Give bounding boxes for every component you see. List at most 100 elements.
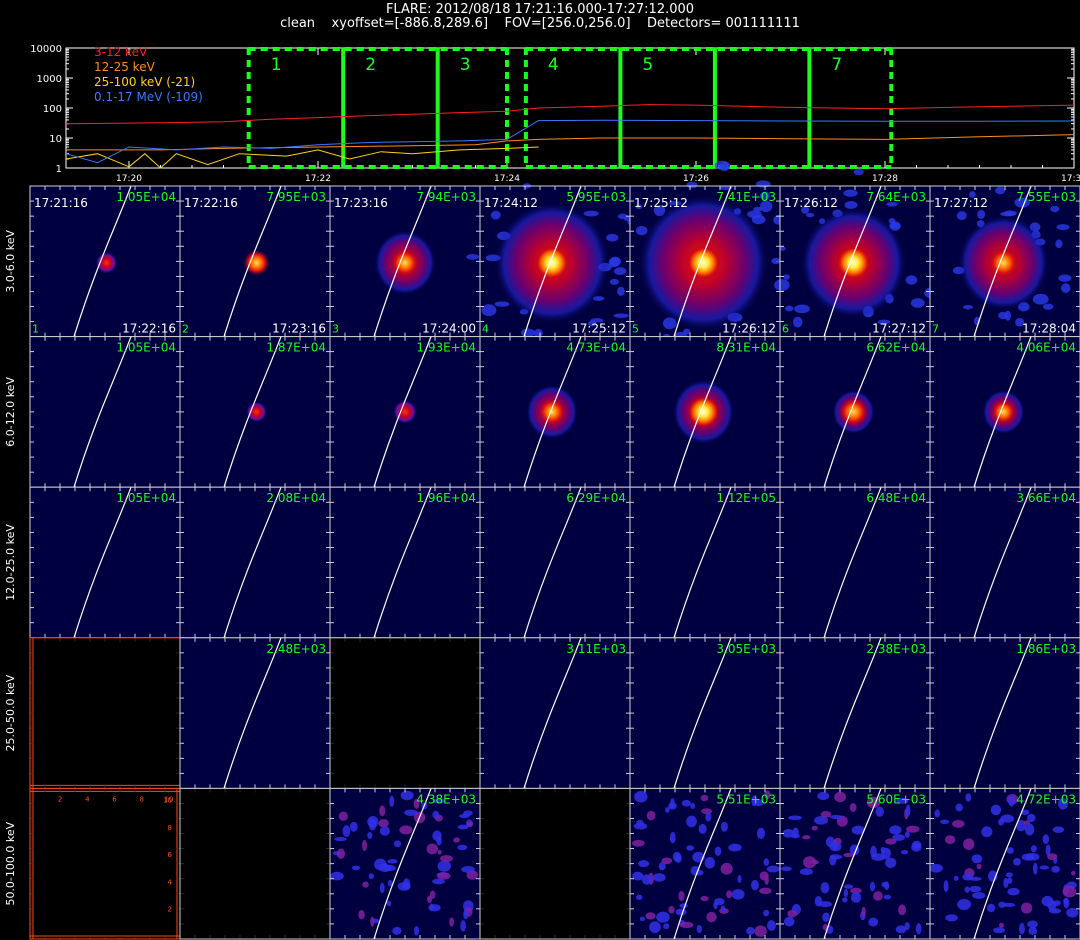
image-panel <box>330 788 480 939</box>
peak-value: 1.93E+04 <box>416 341 476 355</box>
peak-value: 6.48E+04 <box>866 491 926 505</box>
noise-blob <box>649 921 661 934</box>
noise-blob <box>658 862 666 871</box>
start-time: 17:25:12 <box>634 196 688 210</box>
peak-value: 5.60E+03 <box>866 792 926 806</box>
peak-value: 5.95E+03 <box>566 190 626 204</box>
noise-blob <box>906 825 920 833</box>
source-core <box>535 245 569 280</box>
noise-blob <box>788 815 802 821</box>
peak-value: 7.55E+03 <box>1016 190 1076 204</box>
noise-blob <box>720 821 728 832</box>
interval-number: 4 <box>482 323 489 336</box>
noise-blob <box>971 854 983 864</box>
noise-blob <box>957 899 972 910</box>
energy-band-label: 3.0-6.0 keV <box>4 229 17 292</box>
noise-blob <box>868 917 879 927</box>
noise-blob <box>686 815 697 828</box>
noise-blob <box>631 839 645 847</box>
image-panel <box>330 637 480 789</box>
peak-value: 4.38E+03 <box>416 792 476 806</box>
noise-blob <box>880 846 886 854</box>
noise-blob <box>678 890 685 902</box>
halo-blob <box>1042 303 1054 310</box>
noise-blob <box>463 810 473 816</box>
noise-blob <box>763 909 770 917</box>
noise-blob <box>652 873 666 882</box>
noise-blob <box>460 920 466 932</box>
halo-blob <box>1050 205 1060 213</box>
end-time: 17:22:16 <box>122 322 176 336</box>
noise-blob <box>641 874 653 885</box>
noise-blob <box>981 826 993 838</box>
halo-blob <box>806 212 815 218</box>
halo-blob <box>1056 224 1070 231</box>
peak-value: 7.41E+03 <box>716 190 776 204</box>
noise-blob <box>912 840 922 849</box>
noise-blob <box>1071 870 1076 876</box>
halo-blob <box>494 301 510 307</box>
noise-blob <box>457 824 469 830</box>
halo-blob <box>1003 210 1017 217</box>
image-panel <box>30 637 180 789</box>
halo-blob <box>635 225 648 236</box>
noise-blob <box>898 904 907 916</box>
halo-blob <box>783 274 790 280</box>
halo-blob <box>771 257 781 265</box>
noise-blob <box>457 844 468 851</box>
interval-number: 6 <box>782 323 789 336</box>
noise-blob <box>440 855 453 863</box>
start-time: 17:26:12 <box>784 196 838 210</box>
noise-blob <box>1048 908 1062 914</box>
noise-blob <box>387 879 393 887</box>
noise-blob <box>799 868 813 876</box>
noise-blob <box>437 860 452 872</box>
halo-blob <box>466 254 480 260</box>
halo-blob <box>755 180 771 188</box>
halo-blob <box>521 328 535 337</box>
start-time: 17:24:12 <box>484 196 538 210</box>
noise-blob <box>334 837 347 842</box>
noise-blob <box>817 791 830 801</box>
interval-number: 2 <box>182 323 189 336</box>
noise-blob <box>829 841 842 852</box>
empty-axis-label: 4 <box>85 795 90 803</box>
noise-blob <box>843 888 849 898</box>
noise-blob <box>1006 847 1014 854</box>
halo-blob <box>686 181 698 189</box>
end-time: 17:25:12 <box>572 322 626 336</box>
noise-blob <box>432 810 440 819</box>
image-panel <box>630 637 780 789</box>
noise-blob <box>429 903 434 912</box>
empty-axis-label: 2 <box>168 906 172 914</box>
noise-blob <box>679 921 694 929</box>
source-core <box>687 395 720 428</box>
halo-blob <box>490 210 501 220</box>
noise-blob <box>889 825 902 835</box>
noise-blob <box>1028 926 1038 935</box>
halo-blob <box>977 209 986 219</box>
noise-blob <box>952 820 965 828</box>
image-panel <box>480 487 630 638</box>
noise-blob <box>766 865 780 873</box>
noise-blob <box>955 803 963 812</box>
noise-blob <box>368 818 377 831</box>
noise-blob <box>756 827 766 840</box>
noise-blob <box>939 819 950 825</box>
noise-blob <box>829 854 843 860</box>
halo-blob <box>753 206 763 212</box>
peak-value: 4.72E+03 <box>1016 792 1076 806</box>
peak-value: 3.11E+03 <box>566 642 626 656</box>
halo-blob <box>844 201 858 209</box>
noise-blob <box>1005 872 1013 878</box>
noise-blob <box>720 862 733 875</box>
noise-blob <box>1008 794 1015 807</box>
noise-blob <box>1002 902 1016 907</box>
noise-blob <box>1053 900 1061 906</box>
noise-blob <box>965 793 972 802</box>
image-panel <box>30 788 180 939</box>
noise-blob <box>675 908 687 916</box>
noise-blob <box>638 860 650 868</box>
noise-blob <box>367 832 373 839</box>
peak-value: 2.08E+04 <box>266 491 326 505</box>
